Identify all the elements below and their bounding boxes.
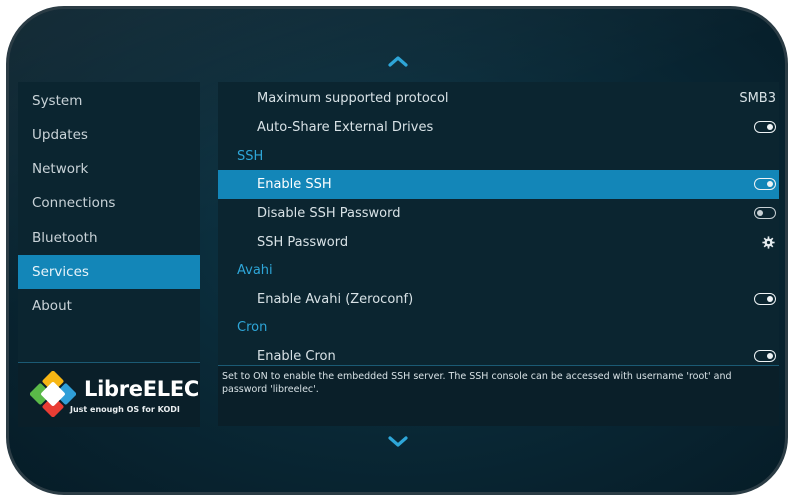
setting-enable-cron[interactable]: Enable Cron <box>218 342 779 365</box>
gear-icon[interactable] <box>762 236 775 249</box>
setting-enable-ssh[interactable]: Enable SSH <box>218 170 779 199</box>
sidebar: System Updates Network Connections Bluet… <box>18 82 200 427</box>
sidebar-item-updates[interactable]: Updates <box>18 118 200 152</box>
sidebar-item-about[interactable]: About <box>18 289 200 323</box>
section-header-ssh: SSH <box>218 142 779 171</box>
section-header-avahi: Avahi <box>218 256 779 285</box>
logo: LibreELEC Just enough OS for KODI <box>18 362 200 427</box>
sidebar-item-network[interactable]: Network <box>18 152 200 186</box>
setting-disable-ssh-password[interactable]: Disable SSH Password <box>218 199 779 228</box>
setting-description: Set to ON to enable the embedded SSH ser… <box>218 365 779 426</box>
setting-label: Enable Cron <box>257 349 336 364</box>
toggle-switch-on[interactable] <box>754 293 776 305</box>
logo-tagline: Just enough OS for KODI <box>70 405 180 414</box>
setting-label: Auto-Share External Drives <box>257 120 434 135</box>
setting-enable-avahi[interactable]: Enable Avahi (Zeroconf) <box>218 285 779 314</box>
setting-label: SSH Password <box>257 235 349 250</box>
toggle-switch-on[interactable] <box>754 178 776 190</box>
sidebar-item-services[interactable]: Services <box>18 255 200 289</box>
setting-max-protocol[interactable]: Maximum supported protocol SMB3 <box>218 84 779 113</box>
section-label: Avahi <box>237 263 273 278</box>
section-label: SSH <box>237 149 264 164</box>
toggle-switch-off[interactable] <box>754 207 776 219</box>
logo-wordmark: LibreELEC <box>84 377 199 401</box>
setting-value: SMB3 <box>739 91 776 106</box>
toggle-switch-on[interactable] <box>754 121 776 133</box>
setting-ssh-password[interactable]: SSH Password <box>218 228 779 257</box>
section-header-cron: Cron <box>218 313 779 342</box>
setting-label: Enable SSH <box>257 177 332 192</box>
sidebar-item-connections[interactable]: Connections <box>18 186 200 220</box>
toggle-switch-on[interactable] <box>754 350 776 362</box>
sidebar-item-bluetooth[interactable]: Bluetooth <box>18 221 200 255</box>
settings-list: Maximum supported protocol SMB3 Auto-Sha… <box>218 82 779 365</box>
setting-label: Maximum supported protocol <box>257 91 449 106</box>
setting-label: Disable SSH Password <box>257 206 401 221</box>
sidebar-item-system[interactable]: System <box>18 84 200 118</box>
setting-label: Enable Avahi (Zeroconf) <box>257 292 414 307</box>
section-label: Cron <box>237 320 268 335</box>
setting-auto-share[interactable]: Auto-Share External Drives <box>218 113 779 142</box>
